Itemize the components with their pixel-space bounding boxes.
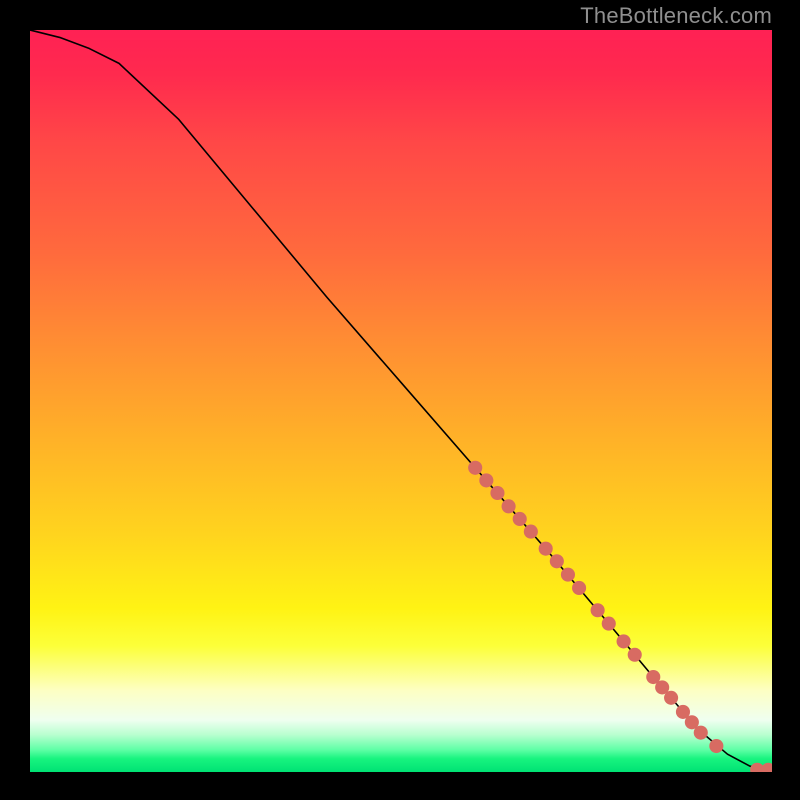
curve-marker (664, 691, 678, 705)
curve-marker (524, 525, 538, 539)
plot-area (30, 30, 772, 772)
curve-marker (591, 603, 605, 617)
curve-marker (709, 739, 723, 753)
curve-marker (502, 499, 516, 513)
curve-marker (602, 617, 616, 631)
curve-marker (561, 568, 575, 582)
curve-marker (617, 634, 631, 648)
curve-marker (694, 726, 708, 740)
curve-marker (513, 512, 527, 526)
bottleneck-curve (30, 30, 772, 770)
marker-group (468, 461, 772, 772)
curve-marker (761, 763, 772, 772)
curve-marker (572, 581, 586, 595)
curve-layer (30, 30, 772, 772)
watermark-text: TheBottleneck.com (580, 3, 772, 29)
curve-marker (550, 554, 564, 568)
curve-marker (468, 461, 482, 475)
curve-marker (628, 648, 642, 662)
chart-stage: TheBottleneck.com (0, 0, 800, 800)
curve-marker (490, 486, 504, 500)
curve-marker (539, 542, 553, 556)
curve-marker (479, 473, 493, 487)
